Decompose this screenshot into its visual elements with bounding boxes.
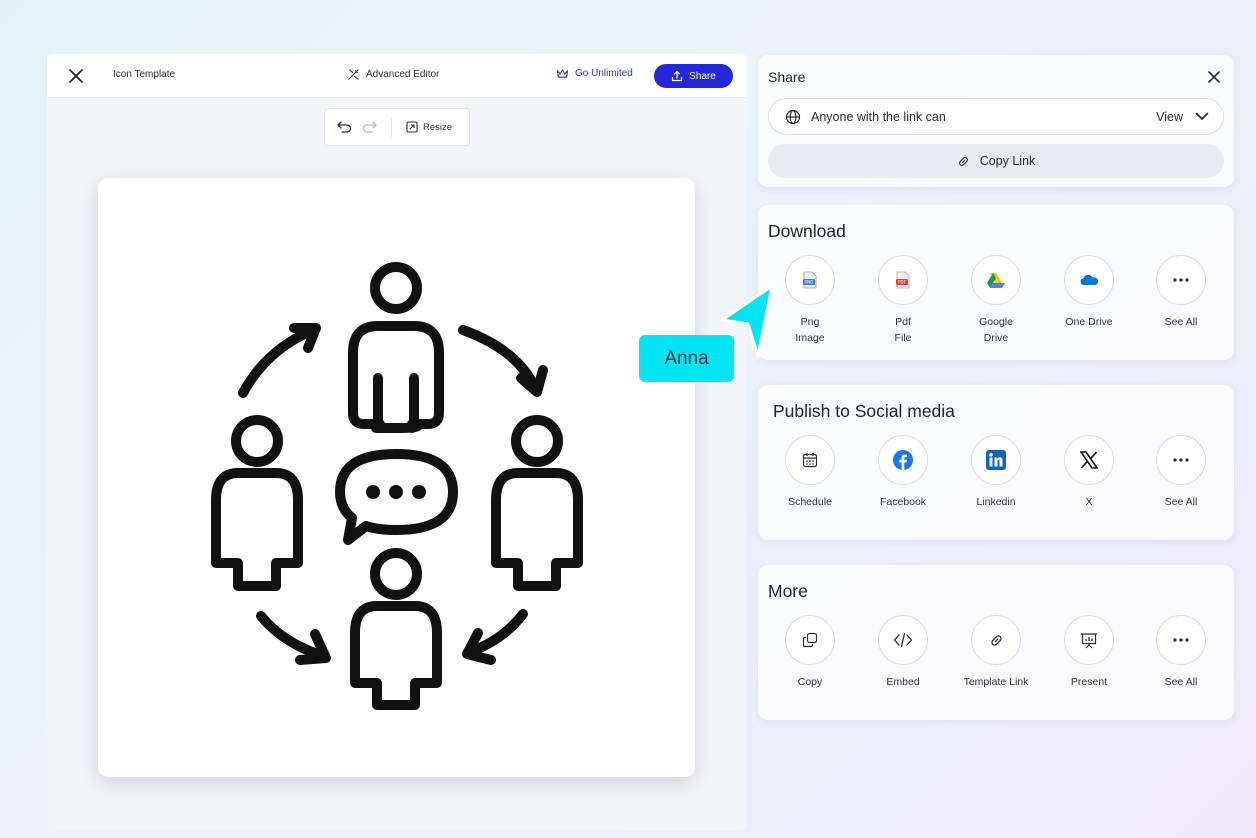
png-file-icon: PNG [803, 271, 817, 289]
more-panel: More Copy Embed Template Link Present Se… [758, 565, 1234, 720]
resize-icon [406, 121, 418, 133]
advanced-editor-label: Advanced Editor [366, 69, 440, 80]
download-panel: Download PNG Png Image PDF Pdf File Goog… [758, 205, 1234, 360]
embed-button[interactable]: Embed [858, 615, 948, 690]
social-item-label: Schedule [788, 496, 832, 508]
tools-icon [348, 69, 359, 80]
social-item-label: Linkedin [976, 496, 1016, 508]
more-item-label: Template Link [963, 676, 1029, 688]
more-item-label: See All [1164, 676, 1198, 688]
share-button[interactable]: Share [654, 64, 733, 88]
chevron-down-icon [1195, 112, 1209, 120]
x-logo-icon [1080, 451, 1098, 469]
copy-button[interactable]: Copy [765, 615, 855, 690]
download-png-button[interactable]: PNG Png Image [765, 255, 855, 346]
download-see-all-button[interactable]: See All [1136, 255, 1226, 330]
resize-label: Resize [423, 121, 453, 133]
link-access-selector[interactable]: Anyone with the link can View [768, 98, 1224, 135]
download-item-label: See All [1164, 316, 1198, 328]
advanced-editor-button[interactable]: Advanced Editor [347, 68, 439, 81]
pdf-file-icon: PDF [896, 271, 910, 289]
go-unlimited-label: Go Unlimited [575, 68, 633, 79]
download-title: Download [768, 221, 846, 241]
x-button[interactable]: X [1044, 435, 1134, 510]
download-item-label: Png Image [795, 316, 825, 344]
present-button[interactable]: Present [1044, 615, 1134, 690]
crown-icon [556, 69, 569, 78]
linkedin-button[interactable]: Linkedin [951, 435, 1041, 510]
editor-topbar: Icon Template Advanced Editor Go Unlimit… [47, 54, 746, 98]
facebook-icon [893, 450, 913, 470]
social-see-all-button[interactable]: See All [1136, 435, 1226, 510]
link-icon [958, 156, 968, 166]
share-panel-title: Share [768, 69, 806, 85]
more-dots-icon [1173, 638, 1189, 642]
download-item-label: Pdf File [894, 316, 912, 344]
code-icon [893, 632, 913, 648]
close-icon[interactable] [67, 67, 85, 85]
link-access-text: Anyone with the link can [811, 109, 946, 124]
upload-icon [672, 70, 683, 82]
copy-icon [802, 632, 818, 648]
copy-link-label: Copy Link [979, 154, 1036, 168]
social-item-label: See All [1164, 496, 1198, 508]
go-unlimited-button[interactable]: Go Unlimited [556, 68, 633, 79]
svg-text:PDF: PDF [898, 280, 906, 285]
svg-text:PNG: PNG [805, 280, 814, 285]
template-link-button[interactable]: Template Link [951, 615, 1041, 690]
more-see-all-button[interactable]: See All [1136, 615, 1226, 690]
social-panel: Publish to Social media Schedule Faceboo… [758, 385, 1234, 540]
more-item-label: Present [1070, 676, 1108, 688]
facebook-button[interactable]: Facebook [858, 435, 948, 510]
design-canvas[interactable] [98, 178, 695, 777]
access-level-value: View [1156, 109, 1183, 124]
google-drive-icon [987, 273, 1005, 288]
collaborator-name-tag: Anna [639, 335, 734, 382]
access-level-dropdown[interactable]: View [1156, 110, 1209, 124]
social-item-label: Facebook [879, 496, 927, 508]
canvas-toolbar: Resize [324, 108, 470, 146]
resize-button[interactable]: Resize [406, 121, 452, 133]
presentation-icon [1081, 632, 1097, 648]
schedule-button[interactable]: Schedule [765, 435, 855, 510]
download-item-label: One Drive [1065, 316, 1113, 328]
close-icon[interactable] [1206, 69, 1222, 85]
download-onedrive-button[interactable]: One Drive [1044, 255, 1134, 330]
more-dots-icon [1173, 458, 1189, 462]
share-panel: Share Anyone with the link can View Copy… [758, 55, 1234, 187]
social-item-label: X [1085, 496, 1093, 508]
copy-link-button[interactable]: Copy Link [768, 144, 1224, 178]
teamwork-illustration [211, 262, 583, 710]
more-dots-icon [1173, 278, 1189, 282]
onedrive-icon [1080, 274, 1099, 285]
template-title: Icon Template [113, 69, 176, 80]
link-icon [990, 634, 1002, 646]
more-item-label: Copy [797, 676, 823, 688]
undo-icon[interactable] [337, 121, 352, 133]
more-item-label: Embed [886, 676, 920, 688]
redo-icon[interactable] [362, 121, 377, 133]
download-item-label: Google Drive [979, 316, 1013, 344]
globe-icon [785, 109, 801, 124]
share-button-label: Share [689, 70, 716, 82]
toolbar-divider [391, 117, 392, 137]
more-title: More [768, 581, 808, 601]
social-title: Publish to Social media [773, 401, 955, 421]
download-google-drive-button[interactable]: Google Drive [951, 255, 1041, 346]
download-pdf-button[interactable]: PDF Pdf File [858, 255, 948, 346]
linkedin-icon [986, 450, 1006, 470]
editor-window: Icon Template Advanced Editor Go Unlimit… [47, 54, 746, 830]
calendar-icon [802, 453, 818, 468]
